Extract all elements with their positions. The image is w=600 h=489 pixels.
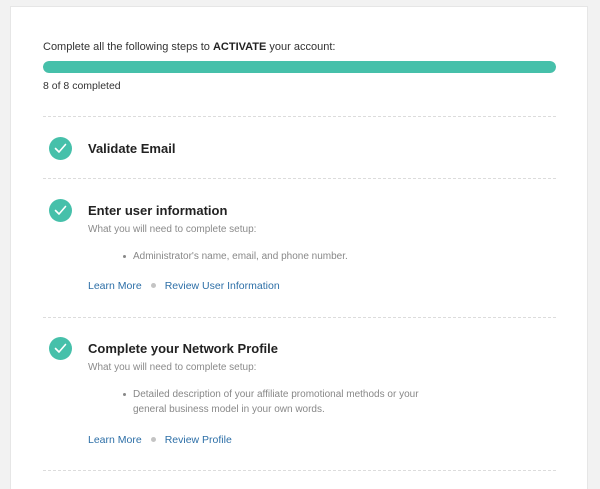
progress-count: 8 of 8 completed xyxy=(43,80,121,92)
step-requirement-item: Administrator's name, email, and phone n… xyxy=(123,249,443,264)
step-title: Validate Email xyxy=(88,141,176,156)
review-profile-link[interactable]: Review Profile xyxy=(165,434,232,446)
separator-dot xyxy=(150,437,156,443)
step-requirements-label: What you will need to complete setup: xyxy=(88,224,257,235)
progress-bar-fill xyxy=(43,61,556,73)
review-user-information-link[interactable]: Review User Information xyxy=(165,280,280,292)
step-links: Learn More Review Profile xyxy=(88,434,232,446)
learn-more-link[interactable]: Learn More xyxy=(88,434,142,446)
divider xyxy=(43,317,556,318)
intro-emphasis: ACTIVATE xyxy=(212,41,267,53)
step-requirement-item: Detailed description of your affiliate p… xyxy=(123,387,443,417)
separator-dot xyxy=(150,283,156,289)
step-title: Enter user information xyxy=(88,203,228,218)
progress-bar xyxy=(43,61,556,73)
check-circle-icon xyxy=(49,337,72,360)
divider xyxy=(43,178,556,179)
step-links: Learn More Review User Information xyxy=(88,280,280,292)
learn-more-link[interactable]: Learn More xyxy=(88,280,142,292)
intro-prefix: Complete all the following steps to xyxy=(43,41,213,53)
intro-suffix: your account: xyxy=(266,41,336,53)
step-title: Complete your Network Profile xyxy=(88,341,278,356)
activation-panel: Complete all the following steps to ACTI… xyxy=(10,6,588,489)
activation-intro: Complete all the following steps to ACTI… xyxy=(43,41,335,53)
step-requirements-label: What you will need to complete setup: xyxy=(88,362,257,373)
check-circle-icon xyxy=(49,137,72,160)
divider xyxy=(43,470,556,471)
check-circle-icon xyxy=(49,199,72,222)
divider xyxy=(43,116,556,117)
